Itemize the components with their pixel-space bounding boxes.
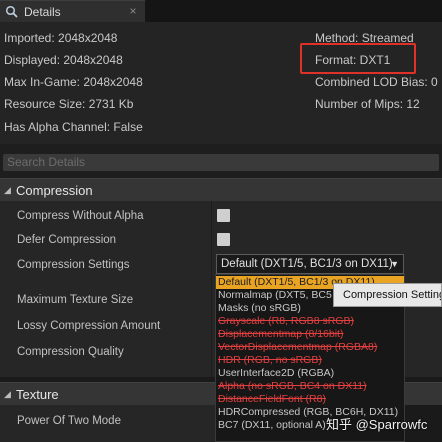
search-input[interactable]: Search Details <box>3 154 439 171</box>
compression-quality-label: Compression Quality <box>17 346 124 358</box>
displayed-info: Displayed: 2048x2048 <box>4 53 123 67</box>
tooltip: Compression Settings <box>333 283 442 307</box>
dropdown-arrow-icon: ▼ <box>390 259 399 269</box>
dropdown-option[interactable]: Displacementmap (8/16bit) <box>216 328 404 341</box>
max-in-game-info: Max In-Game: 2048x2048 <box>4 75 143 89</box>
texture-header: Texture <box>16 386 59 402</box>
max-texture-size-label: Maximum Texture Size <box>17 294 134 306</box>
collapse-triangle-icon: ◢ <box>4 184 11 195</box>
compression-settings-combo[interactable]: Default (DXT1/5, BC1/3 on DX11) ▼ <box>216 254 404 274</box>
combined-lod-bias-info: Combined LOD Bias: 0 <box>315 75 438 89</box>
format-highlight-box <box>300 43 416 74</box>
search-bar: Search Details <box>0 144 442 178</box>
dropdown-option[interactable]: HDR (RGB, no sRGB) <box>216 354 404 367</box>
tab-details[interactable]: Details × <box>0 0 145 22</box>
defer-compression-label: Defer Compression <box>17 234 117 246</box>
collapse-triangle-icon: ◢ <box>4 388 11 399</box>
dropdown-option[interactable]: DistanceFieldFont (R8) <box>216 393 404 406</box>
compress-without-alpha-checkbox[interactable] <box>217 209 230 222</box>
dropdown-option[interactable]: VectorDisplacementmap (RGBA8) <box>216 341 404 354</box>
has-alpha-info: Has Alpha Channel: False <box>4 120 143 134</box>
column-divider <box>211 201 212 377</box>
compress-without-alpha-label: Compress Without Alpha <box>17 210 144 222</box>
lossy-compression-amount-label: Lossy Compression Amount <box>17 320 161 332</box>
dropdown-option[interactable]: Grayscale (R8, RGB8 sRGB) <box>216 315 404 328</box>
tab-label: Details <box>24 4 61 19</box>
watermark: 知乎 @Sparrowfc <box>326 417 428 432</box>
dropdown-option[interactable]: Alpha (no sRGB, BC4 on DX11) <box>216 380 404 393</box>
compression-category[interactable]: ◢ Compression <box>0 178 442 201</box>
magnifier-icon <box>4 5 18 19</box>
close-icon[interactable]: × <box>127 5 139 17</box>
dropdown-option[interactable]: UserInterface2D (RGBA) <box>216 367 404 380</box>
tab-bar: Details × <box>0 0 442 22</box>
imported-info: Imported: 2048x2048 <box>4 31 118 45</box>
num-mips-info: Number of Mips: 12 <box>315 97 420 111</box>
resource-size-info: Resource Size: 2731 Kb <box>4 97 134 111</box>
defer-compression-checkbox[interactable] <box>217 233 230 246</box>
power-of-two-mode-label: Power Of Two Mode <box>17 415 121 427</box>
combo-value: Default (DXT1/5, BC1/3 on DX11) <box>221 258 393 270</box>
compression-header: Compression <box>16 182 93 198</box>
compression-settings-label: Compression Settings <box>17 259 130 271</box>
